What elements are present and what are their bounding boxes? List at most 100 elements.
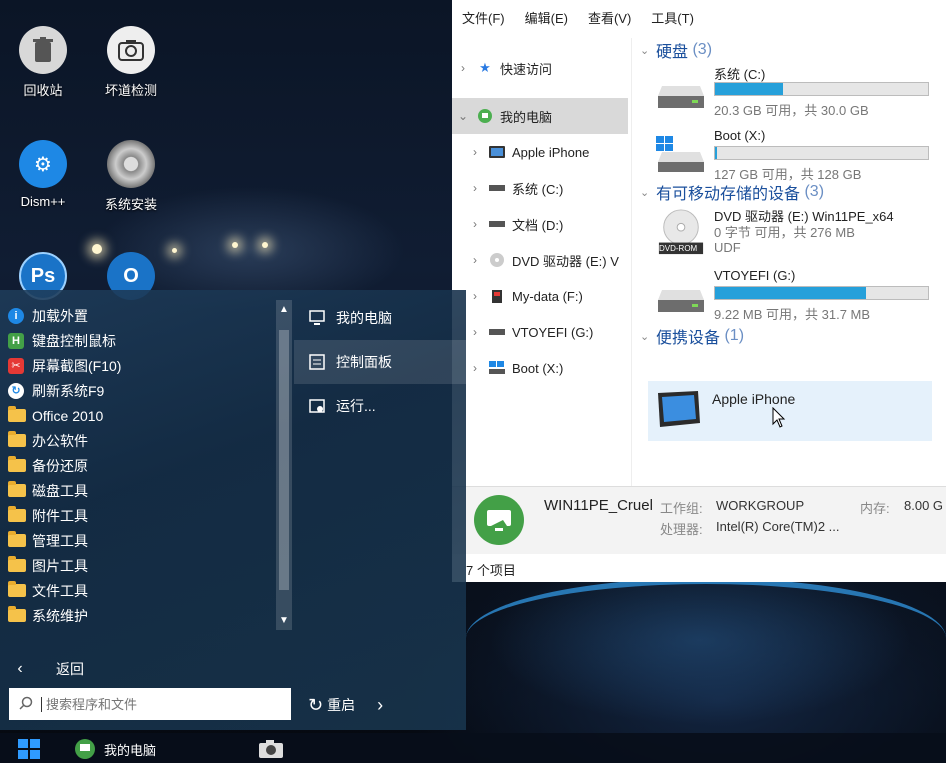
disk-check-icon [107,26,155,74]
portable-device-tile-iphone[interactable]: Apple iPhone [648,381,932,441]
menu-edit[interactable]: 编辑(E) [525,8,568,27]
program-label: 键盘控制鼠标 [32,332,116,349]
back-label: 返回 [56,661,84,677]
start-item-label: 控制面板 [336,354,392,370]
chevron-right-icon[interactable]: › [464,325,486,339]
nav-item-drive-d[interactable]: › 文档 (D:) [452,206,631,242]
drive-tile-x[interactable]: Boot (X:) 127 GB 可用，共 128 GB [636,126,946,190]
nav-item-label: Apple iPhone [512,144,590,160]
windows-start-icon[interactable] [18,739,40,759]
program-label: 附件工具 [32,507,88,524]
menu-view[interactable]: 查看(V) [588,8,631,27]
group-header-hdd[interactable]: ⌄ 硬盘 (3) [636,38,946,62]
folder-image-tools[interactable]: 图片工具 [8,553,278,578]
chevron-right-icon[interactable]: › [464,181,486,195]
control-panel-icon [308,353,326,371]
desktop-icon-recycle-bin[interactable]: 回收站 [3,26,83,99]
info-icon: i [8,307,24,324]
folder-system-maintenance[interactable]: 系统维护 [8,603,278,628]
program-keyboard-mouse[interactable]: H 键盘控制鼠标 [8,328,278,353]
nav-item-dvd-drive[interactable]: › DVD 驱动器 (E:) V [452,242,632,278]
drive-tile-g[interactable]: VTOYEFI (G:) 9.22 MB 可用，共 31.7 MB [636,266,946,330]
start-item-label: 我的电脑 [336,310,392,326]
scroll-up-icon[interactable]: ▲ [276,304,292,315]
desktop-icon-system-install[interactable]: 系统安装 [91,140,171,213]
search-box[interactable] [9,688,291,720]
drive-tile-c[interactable]: 系统 (C:) 20.3 GB 可用，共 30.0 GB [636,62,946,126]
scrollbar-thumb[interactable] [279,330,289,590]
program-label: 刷新系统F9 [32,382,105,399]
folder-accessories[interactable]: 附件工具 [8,503,278,528]
taskbar-item-my-computer[interactable]: 我的电脑 [74,737,156,761]
nav-item-drive-g[interactable]: › VTOYEFI (G:) [452,314,631,350]
boot-drive-icon [656,136,704,172]
folder-office-2010[interactable]: Office 2010 [8,403,278,428]
desktop-icon-dism[interactable]: ⚙ Dism++ [3,140,83,209]
program-refresh-system[interactable]: ↻ 刷新系统F9 [8,378,278,403]
folder-office-software[interactable]: 办公软件 [8,428,278,453]
folder-admin-tools[interactable]: 管理工具 [8,528,278,553]
chevron-right-icon[interactable]: › [464,145,486,159]
program-load-external[interactable]: i 加载外置 [8,303,278,328]
chevron-right-icon[interactable]: › [464,361,486,375]
drive-filesystem: UDF [714,240,741,255]
program-screenshot[interactable]: ✂ 屏幕截图(F10) [8,353,278,378]
nav-item-apple-iphone[interactable]: › Apple iPhone [452,134,631,170]
scroll-down-icon[interactable]: ▼ [276,615,292,626]
computer-icon [75,739,95,759]
program-label: Office 2010 [32,407,104,424]
chevron-left-icon: ‹ [17,660,23,677]
search-input[interactable] [41,696,261,712]
chevron-down-icon: ⌄ [640,44,650,57]
nav-item-drive-c[interactable]: › 系统 (C:) [452,170,631,206]
program-list-scrollbar[interactable]: ▲ ▼ [276,300,292,630]
desktop-icon-label: 坏道检测 [104,83,157,98]
nav-item-my-computer[interactable]: ⌄ 我的电脑 [452,98,628,134]
pc-name: WIN11PE_Cruel [544,497,653,514]
menu-file[interactable]: 文件(F) [462,8,505,27]
nav-item-label: VTOYEFI (G:) [512,324,594,340]
folder-disk-tools[interactable]: 磁盘工具 [8,478,278,503]
nav-item-quick-access[interactable]: › ★ 快速访问 [452,38,631,98]
start-item-my-computer[interactable]: 我的电脑 [294,296,466,340]
drive-usage-bar [714,82,929,96]
group-count: (3) [692,41,713,58]
folder-icon [8,431,26,447]
menu-tools[interactable]: 工具(T) [651,8,694,27]
program-label: 备份还原 [32,457,88,474]
cpu-value: Intel(R) Core(TM)2 ... [716,519,840,534]
restart-button[interactable]: ↻ 重启 › [308,690,383,720]
desktop-icon-label: Dism++ [20,194,66,209]
drive-tile-dvd[interactable]: DVD-ROM DVD 驱动器 (E:) Win11PE_x64 0 字节 可用… [636,204,946,274]
chevron-right-icon[interactable]: › [452,61,474,75]
folder-file-tools[interactable]: 文件工具 [8,578,278,603]
photoshop-icon-text: Ps [30,264,56,287]
start-item-run[interactable]: 运行... [294,384,466,428]
back-button[interactable]: ‹ 返回 [0,654,290,684]
group-title: 硬盘 [656,44,689,61]
start-item-control-panel[interactable]: 控制面板 [294,340,466,384]
start-item-label: 运行... [336,398,376,414]
chevron-down-icon[interactable]: ⌄ [452,109,474,123]
usb-drive-icon [486,288,508,304]
folder-icon [8,406,26,422]
drive-free-space: 9.22 MB 可用，共 31.7 MB [714,307,871,322]
nav-item-label: My-data (F:) [512,288,583,304]
folder-backup-restore[interactable]: 备份还原 [8,453,278,478]
cpu-label: 处理器: [660,522,703,537]
nav-item-drive-x[interactable]: › Boot (X:) [452,350,631,386]
drive-usage-fill [715,147,718,159]
chevron-right-icon[interactable]: › [377,695,383,716]
screenshot-icon: ✂ [8,357,24,374]
nav-item-label: 系统 (C:) [512,181,564,197]
camera-icon[interactable] [258,739,284,759]
chevron-right-icon[interactable]: › [464,289,486,303]
chevron-right-icon[interactable]: › [464,217,486,231]
chevron-right-icon[interactable]: › [464,253,486,267]
memory-value: 8.00 G [904,498,944,513]
nav-item-drive-f[interactable]: › My-data (F:) [452,278,631,314]
city-light [262,242,268,248]
city-light [172,248,177,253]
desktop-icon-disk-check[interactable]: 坏道检测 [91,26,171,99]
drive-usage-bar [714,146,929,160]
